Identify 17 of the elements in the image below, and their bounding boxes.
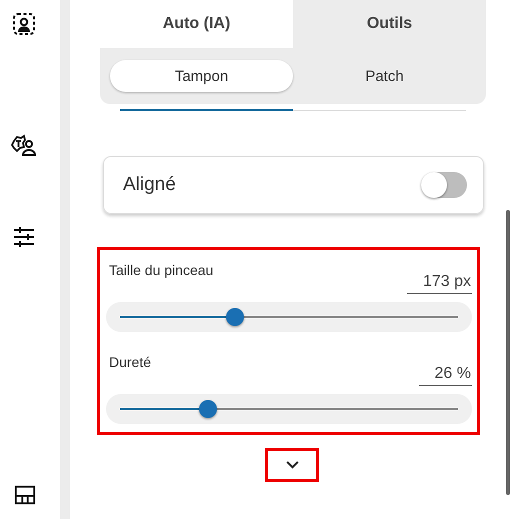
slider-thumb[interactable] bbox=[198, 400, 217, 418]
chevron-down-icon[interactable] bbox=[286, 461, 298, 469]
sliders-icon[interactable] bbox=[12, 225, 36, 249]
tab[interactable]: Auto (IA) bbox=[100, 0, 293, 48]
value-field[interactable]: 173 px bbox=[406, 273, 472, 294]
segment-tab[interactable]: Patch bbox=[293, 60, 476, 92]
scrollbar[interactable] bbox=[506, 210, 510, 495]
layout-icon[interactable] bbox=[14, 484, 36, 506]
toggle-label: Aligné bbox=[123, 174, 176, 196]
person-text-icon[interactable] bbox=[11, 133, 37, 157]
slider-label: Taille du pinceau bbox=[109, 262, 214, 278]
slider-thumb[interactable] bbox=[226, 308, 244, 326]
value-field[interactable]: 26 % bbox=[418, 365, 472, 386]
toggle-switch[interactable] bbox=[421, 172, 467, 198]
segment-tab[interactable]: Tampon bbox=[110, 60, 293, 92]
portrait-select-icon[interactable] bbox=[12, 12, 36, 36]
slider-label: Dureté bbox=[109, 354, 152, 370]
